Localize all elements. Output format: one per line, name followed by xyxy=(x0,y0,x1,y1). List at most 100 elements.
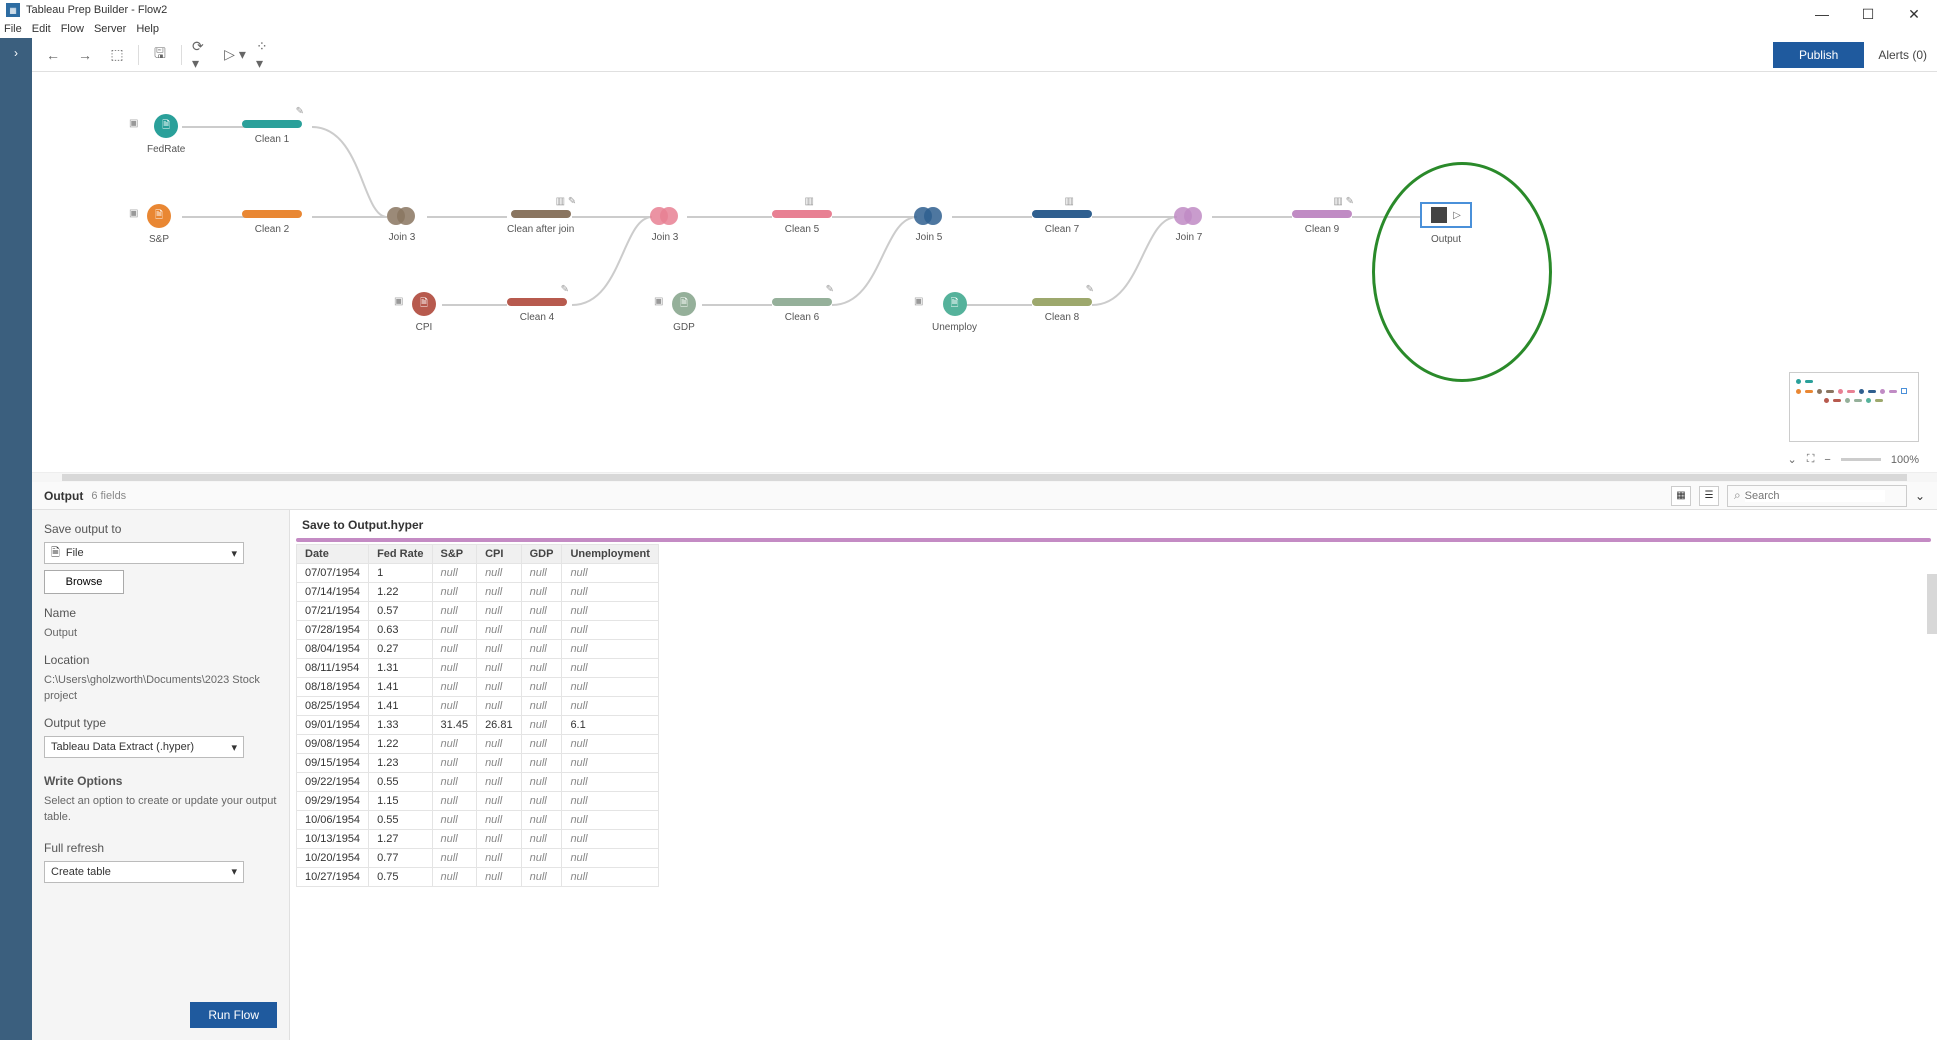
node-fedrate[interactable]: ▣ 🗎 FedRate xyxy=(147,114,185,155)
browse-button[interactable]: Browse xyxy=(44,570,124,594)
search-box[interactable]: ⌕ xyxy=(1727,485,1907,507)
clean-bar xyxy=(242,210,302,218)
table-row[interactable]: 09/22/19540.55nullnullnullnull xyxy=(297,773,659,792)
table-row[interactable]: 09/29/19541.15nullnullnullnull xyxy=(297,792,659,811)
node-join3a[interactable]: .node[data-name="node-join3a"] .join::be… xyxy=(387,206,417,243)
table-cell: null xyxy=(432,564,477,583)
table-row[interactable]: 07/14/19541.22nullnullnullnull xyxy=(297,583,659,602)
zoom-slider[interactable] xyxy=(1841,458,1881,461)
full-refresh-select[interactable]: Create table ▾ xyxy=(44,861,244,883)
search-input[interactable] xyxy=(1745,490,1885,502)
table-row[interactable]: 10/13/19541.27nullnullnullnull xyxy=(297,830,659,849)
collapse-icon[interactable]: ⌄ xyxy=(1788,453,1797,466)
table-row[interactable]: 10/06/19540.55nullnullnullnull xyxy=(297,811,659,830)
table-cell: null xyxy=(521,602,562,621)
minimap[interactable] xyxy=(1789,372,1919,442)
location-label: Location xyxy=(44,653,277,667)
maximize-button[interactable]: ☐ xyxy=(1845,0,1891,28)
column-header[interactable]: Date xyxy=(297,545,369,564)
table-row[interactable]: 07/07/19541nullnullnullnull xyxy=(297,564,659,583)
column-header[interactable]: S&P xyxy=(432,545,477,564)
canvas-scrollbar[interactable] xyxy=(32,472,1937,482)
menu-file[interactable]: File xyxy=(4,23,22,35)
save-icon[interactable]: 🖫 xyxy=(149,44,171,66)
node-clean5[interactable]: ▥ Clean 5 xyxy=(772,210,832,235)
back-button[interactable]: ← xyxy=(42,44,64,66)
node-clean8[interactable]: ✎ Clean 8 xyxy=(1032,298,1092,323)
grid-view-icon[interactable]: ▦ xyxy=(1671,486,1691,506)
menu-edit[interactable]: Edit xyxy=(32,23,51,35)
node-cleanafterjoin[interactable]: ▥ ✎ Clean after join xyxy=(507,210,574,235)
table-cell: 1 xyxy=(369,564,432,583)
presentation-icon[interactable]: ⬚ xyxy=(106,44,128,66)
node-gdp[interactable]: ▣ 🗎 GDP xyxy=(672,292,696,333)
node-output[interactable]: ▷ Output xyxy=(1420,202,1472,245)
table-row[interactable]: 10/20/19540.77nullnullnullnull xyxy=(297,849,659,868)
app-icon: ▦ xyxy=(6,3,20,17)
node-clean9[interactable]: ▥ ✎ Clean 9 xyxy=(1292,210,1352,235)
table-row[interactable]: 10/27/19540.75nullnullnullnull xyxy=(297,868,659,887)
chevron-down-icon: ▾ xyxy=(231,741,237,754)
forward-button[interactable]: → xyxy=(74,44,96,66)
node-clean6[interactable]: ✎ Clean 6 xyxy=(772,298,832,323)
table-cell: null xyxy=(562,792,658,811)
close-button[interactable]: ✕ xyxy=(1891,0,1937,28)
datasource-circle: 🗎 xyxy=(154,114,178,138)
column-header[interactable]: CPI xyxy=(477,545,522,564)
cluster-icon[interactable]: ⁘ ▾ xyxy=(256,44,278,66)
column-header[interactable]: GDP xyxy=(521,545,562,564)
list-view-icon[interactable]: ☰ xyxy=(1699,486,1719,506)
save-output-select[interactable]: 🗎File ▾ xyxy=(44,542,244,564)
node-clean4[interactable]: ✎ Clean 4 xyxy=(507,298,567,323)
play-icon[interactable]: ▷ xyxy=(1453,210,1461,221)
table-cell: 08/11/1954 xyxy=(297,659,369,678)
table-row[interactable]: 09/08/19541.22nullnullnullnull xyxy=(297,735,659,754)
column-header[interactable]: Unemployment xyxy=(562,545,658,564)
run-flow-button[interactable]: Run Flow xyxy=(190,1002,277,1028)
table-row[interactable]: 08/11/19541.31nullnullnullnull xyxy=(297,659,659,678)
zoom-out-icon[interactable]: − xyxy=(1824,454,1830,466)
refresh-icon[interactable]: ⟳ ▾ xyxy=(192,44,214,66)
table-cell: 10/20/1954 xyxy=(297,849,369,868)
table-scrollbar[interactable] xyxy=(1927,574,1937,634)
grid-icon: ▥ xyxy=(805,196,814,207)
table-row[interactable]: 09/15/19541.23nullnullnullnull xyxy=(297,754,659,773)
table-row[interactable]: 08/25/19541.41nullnullnullnull xyxy=(297,697,659,716)
node-sp[interactable]: ▣ 🗎 S&P xyxy=(147,204,171,245)
node-clean2[interactable]: Clean 2 xyxy=(242,210,302,235)
left-rail[interactable]: › xyxy=(0,38,32,1040)
node-cpi[interactable]: ▣ 🗎 CPI xyxy=(412,292,436,333)
node-clean1[interactable]: ✎ Clean 1 xyxy=(242,120,302,145)
node-label: Output xyxy=(1420,234,1472,245)
publish-button[interactable]: Publish xyxy=(1773,42,1864,68)
table-row[interactable]: 07/21/19540.57nullnullnullnull xyxy=(297,602,659,621)
name-value: Output xyxy=(44,626,277,641)
expand-rail-icon[interactable]: › xyxy=(14,46,18,60)
output-type-select[interactable]: Tableau Data Extract (.hyper) ▾ xyxy=(44,736,244,758)
fullscreen-icon[interactable]: ⛶ xyxy=(1807,453,1815,466)
table-row[interactable]: 09/01/19541.3331.4526.81null6.1 xyxy=(297,716,659,735)
alerts-label[interactable]: Alerts (0) xyxy=(1878,48,1927,62)
column-header[interactable]: Fed Rate xyxy=(369,545,432,564)
node-join3b[interactable]: .node[data-name="node-join3b"] .join::be… xyxy=(650,206,680,243)
datasource-circle: 🗎 xyxy=(147,204,171,228)
minimize-button[interactable]: — xyxy=(1799,0,1845,28)
dropdown-icon[interactable]: ⌄ xyxy=(1915,489,1925,503)
table-row[interactable]: 08/04/19540.27nullnullnullnull xyxy=(297,640,659,659)
node-label: Clean 2 xyxy=(242,224,302,235)
menu-help[interactable]: Help xyxy=(136,23,159,35)
node-join5[interactable]: .node[data-name="node-join5"] .join::bef… xyxy=(914,206,944,243)
table-row[interactable]: 08/18/19541.41nullnullnullnull xyxy=(297,678,659,697)
table-cell: null xyxy=(562,849,658,868)
node-join7[interactable]: .node[data-name="node-join7"] .join::bef… xyxy=(1174,206,1204,243)
table-cell: 26.81 xyxy=(477,716,522,735)
table-row[interactable]: 07/28/19540.63nullnullnullnull xyxy=(297,621,659,640)
flow-canvas[interactable]: ▣ 🗎 FedRate ✎ Clean 1 ▣ 🗎 S&P Cl xyxy=(32,72,1937,472)
menu-server[interactable]: Server xyxy=(94,23,126,35)
table-cell: null xyxy=(562,697,658,716)
table-cell: null xyxy=(521,773,562,792)
menu-flow[interactable]: Flow xyxy=(61,23,84,35)
run-icon[interactable]: ▷ ▾ xyxy=(224,44,246,66)
node-unemploy[interactable]: ▣ 🗎 Unemploy xyxy=(932,292,977,333)
node-clean7[interactable]: ▥ Clean 7 xyxy=(1032,210,1092,235)
